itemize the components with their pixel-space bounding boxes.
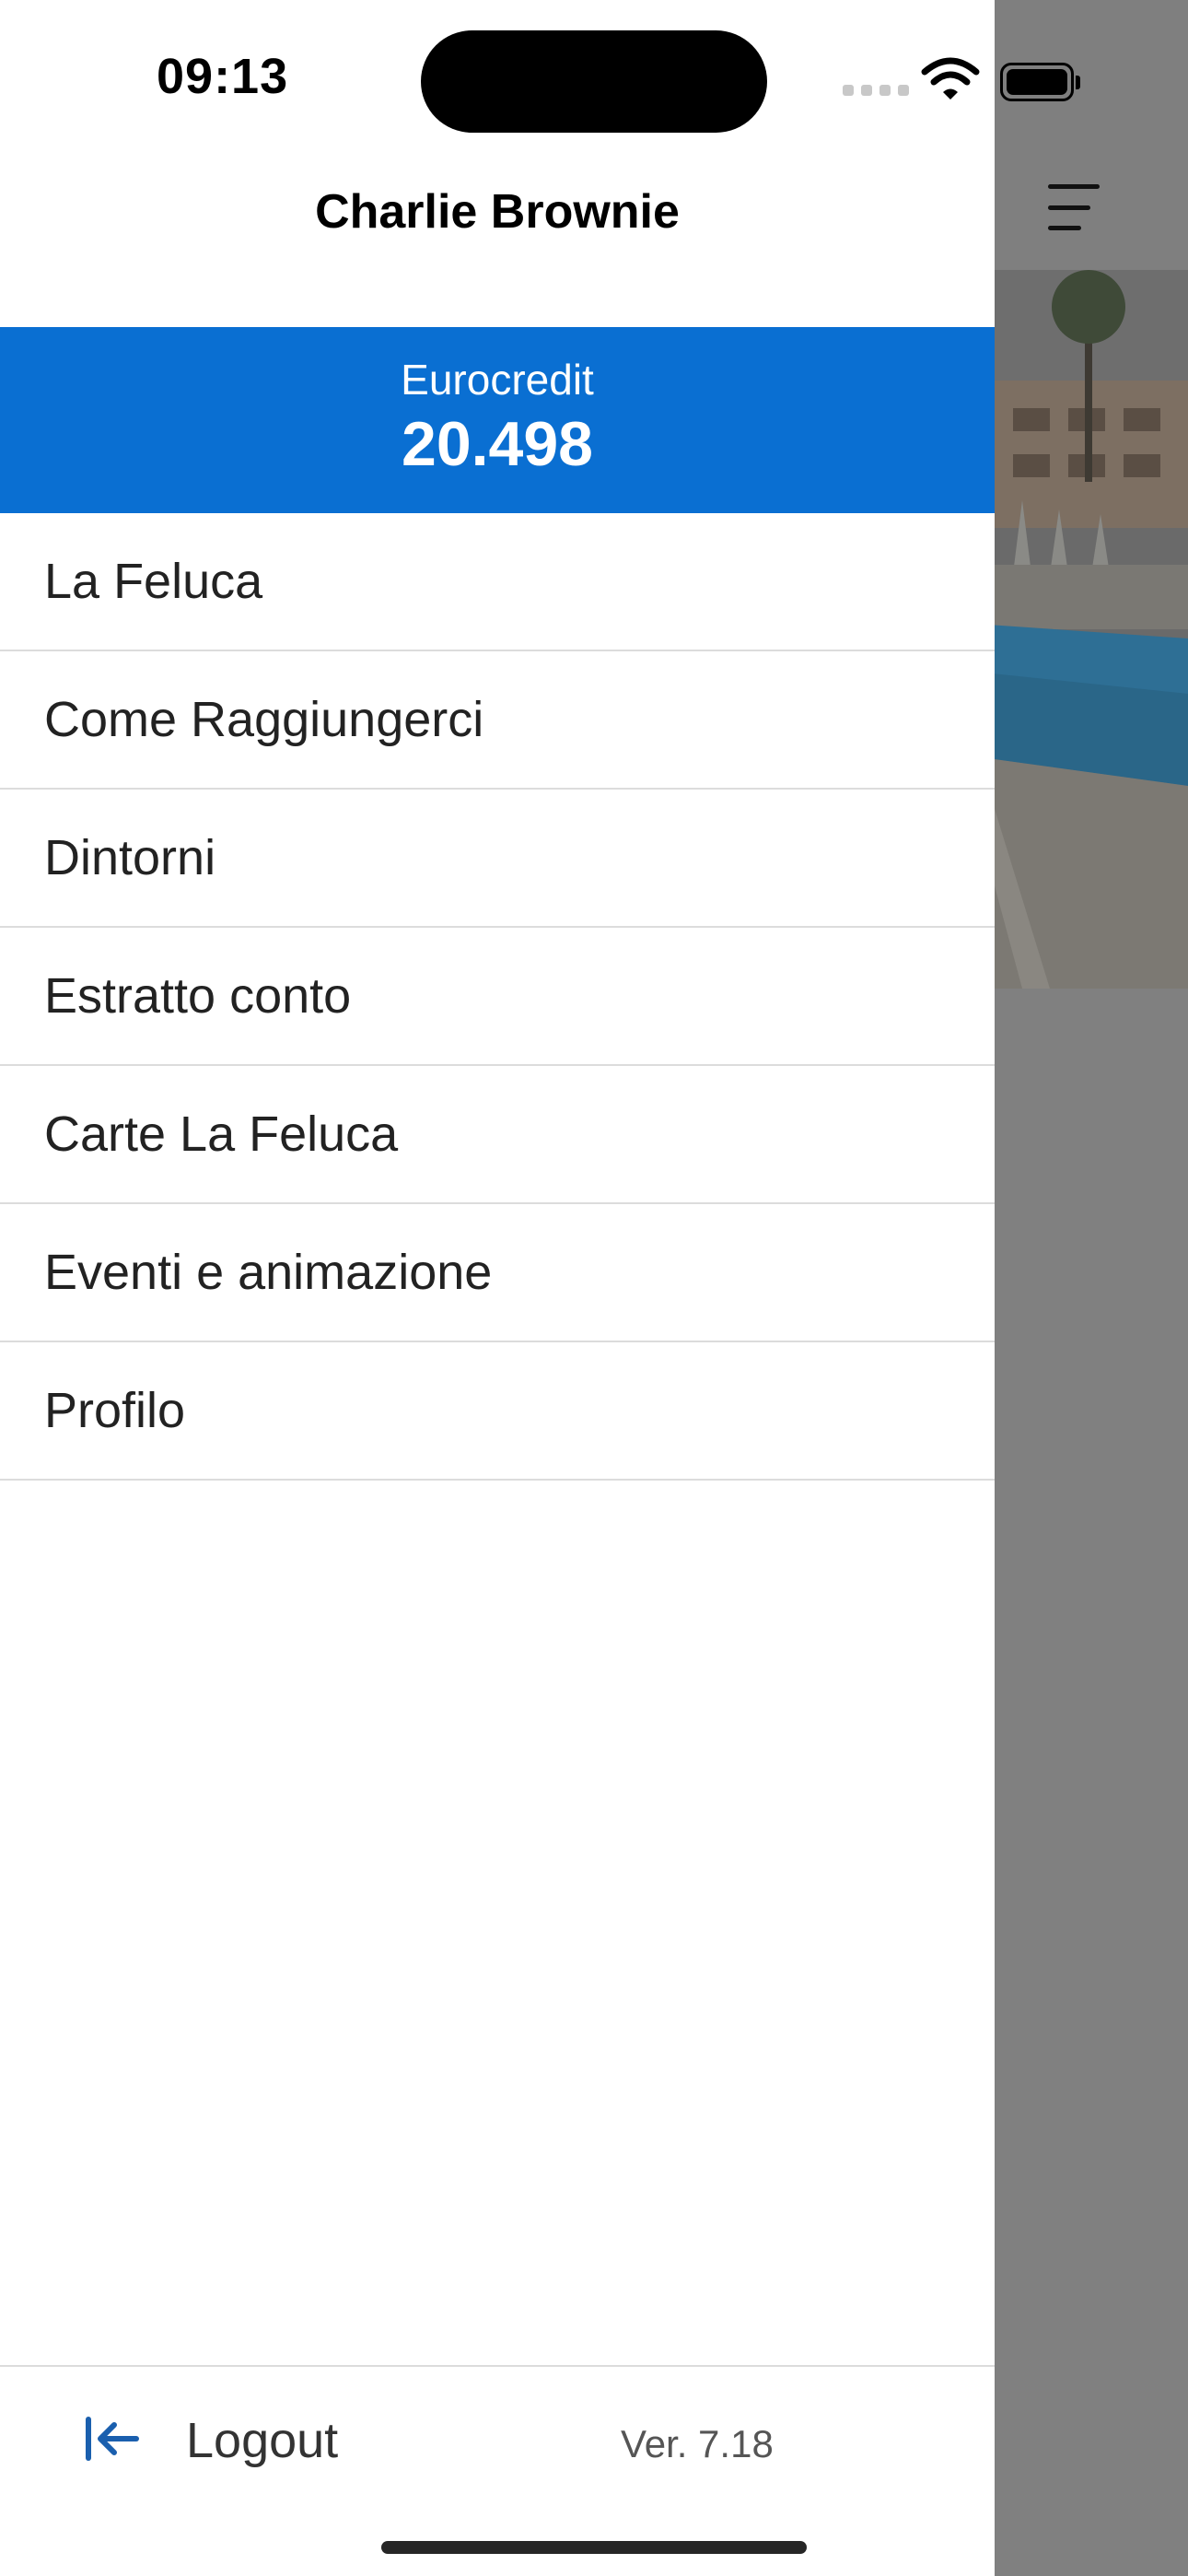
menu-item-profilo[interactable]: Profilo [0,1342,995,1481]
menu-item-eventi-e-animazione[interactable]: Eventi e animazione [0,1204,995,1342]
logout-button[interactable]: Logout [83,2395,338,2487]
home-indicator[interactable] [381,2541,807,2554]
screen: 09:13 Charlie Brownie Eurocredit 20.498 … [0,0,1188,2576]
side-drawer: 09:13 Charlie Brownie Eurocredit 20.498 … [0,0,995,2576]
menu-item-la-feluca[interactable]: La Feluca [0,513,995,651]
menu-item-dintorni[interactable]: Dintorni [0,790,995,928]
logout-label: Logout [186,2413,339,2468]
drawer-menu: La Feluca Come Raggiungerci Dintorni Est… [0,513,995,1481]
battery-icon [1000,63,1080,101]
eurocredit-label: Eurocredit [401,356,594,404]
wifi-icon [921,55,980,106]
logout-icon [83,2416,140,2466]
menu-item-come-raggiungerci[interactable]: Come Raggiungerci [0,651,995,790]
status-bar: 09:13 [0,0,995,157]
eurocredit-banner: Eurocredit 20.498 [0,327,995,513]
status-time: 09:13 [157,49,289,104]
dynamic-island [421,30,767,133]
menu-item-carte-la-feluca[interactable]: Carte La Feluca [0,1066,995,1204]
app-version: Ver. 7.18 [621,2422,774,2465]
cellular-signal-icon [843,85,909,96]
eurocredit-balance: 20.498 [402,409,593,479]
menu-item-estratto-conto[interactable]: Estratto conto [0,928,995,1066]
user-name-title: Charlie Brownie [315,185,680,239]
menu-icon[interactable] [1048,184,1103,230]
